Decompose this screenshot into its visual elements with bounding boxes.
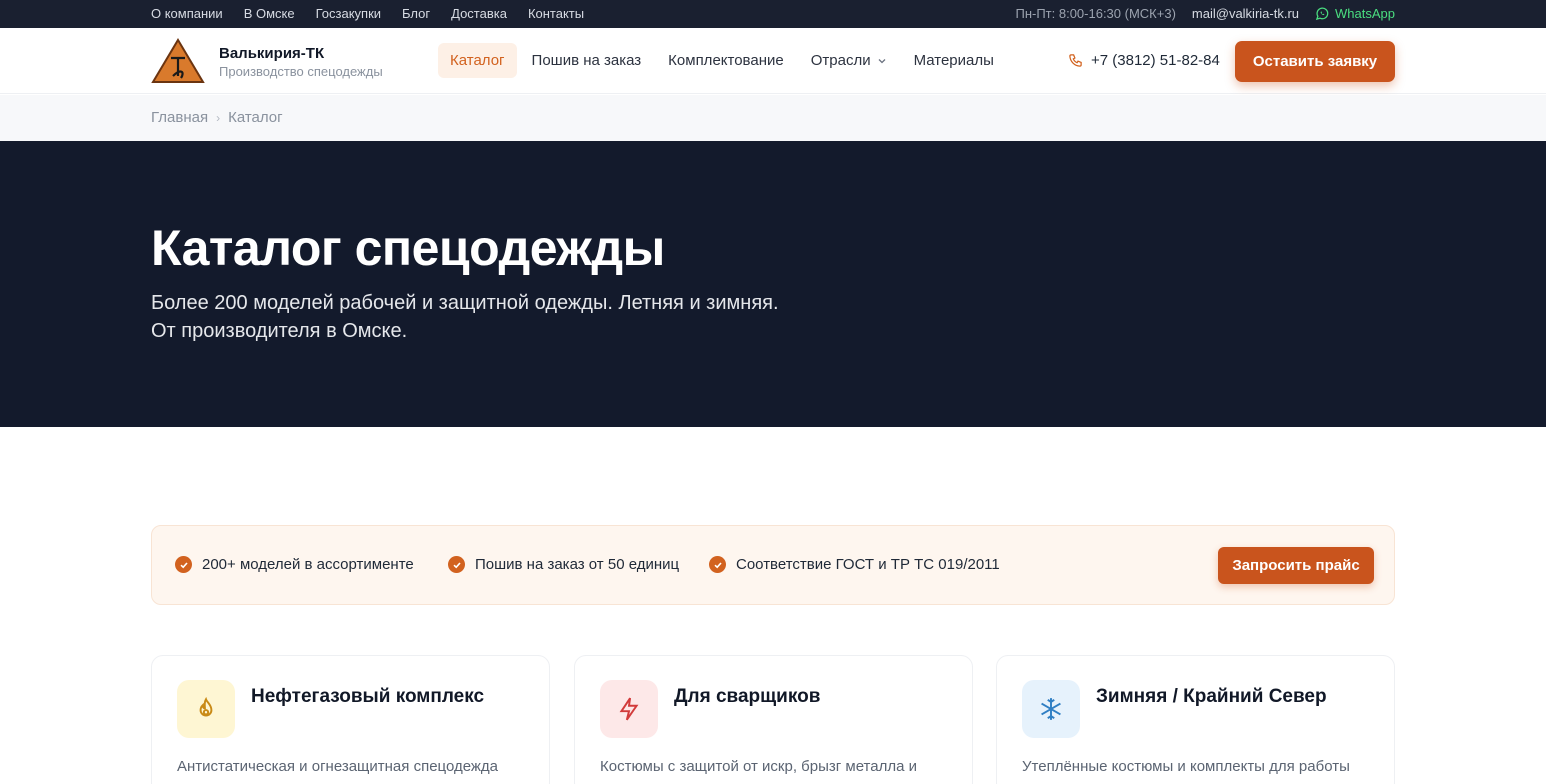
- category-card-welders[interactable]: Для сварщиков Костюмы с защитой от искр,…: [574, 655, 973, 784]
- breadcrumb-current: Каталог: [228, 109, 283, 126]
- feature-item: Соответствие ГОСТ и ТР ТС 019/2011: [709, 556, 1000, 573]
- phone-number: +7 (3812) 51-82-84: [1091, 52, 1220, 69]
- nav-custom-tailoring[interactable]: Пошив на заказ: [520, 43, 654, 78]
- hero-subtitle-line1: Более 200 моделей рабочей и защитной оде…: [151, 292, 779, 314]
- chevron-down-icon: [878, 58, 886, 63]
- whatsapp-icon: [1315, 7, 1329, 21]
- brand-tagline: Производство спецодежды: [219, 64, 383, 79]
- page-title: Каталог спецодежды: [151, 220, 665, 276]
- card-icon-box: [600, 680, 658, 738]
- card-title: Для сварщиков: [674, 686, 821, 707]
- card-icon-box: [1022, 680, 1080, 738]
- top-bar: О компании В Омске Госзакупки Блог Доста…: [0, 0, 1546, 28]
- main-header: Валькирия-ТК Производство спецодежды Кат…: [0, 28, 1546, 94]
- features-strip: 200+ моделей в ассортименте Пошив на зак…: [151, 525, 1395, 605]
- brand-name: Валькирия-ТК: [219, 45, 325, 62]
- card-title: Зимняя / Крайний Север: [1096, 686, 1327, 707]
- nav-outfitting[interactable]: Комплектование: [656, 43, 796, 78]
- brand[interactable]: Валькирия-ТК Производство спецодежды: [219, 45, 383, 79]
- nav-industries[interactable]: Отрасли: [799, 43, 899, 78]
- lightning-icon: [619, 697, 639, 721]
- leave-request-button[interactable]: Оставить заявку: [1235, 41, 1395, 82]
- whatsapp-link[interactable]: WhatsApp: [1315, 6, 1395, 21]
- card-description: Антистатическая и огнезащитная спецодежд…: [177, 758, 499, 775]
- category-card-oil-gas[interactable]: Нефтегазовый комплекс Антистатическая и …: [151, 655, 550, 784]
- flame-icon: [199, 696, 213, 717]
- check-icon: [448, 556, 465, 573]
- card-description: Утеплённые костюмы и комплекты для работ…: [1022, 758, 1350, 775]
- nav-catalog[interactable]: Каталог: [438, 43, 517, 78]
- feature-label: Пошив на заказ от 50 единиц: [475, 556, 680, 573]
- hero-subtitle: Более 200 моделей рабочей и защитной оде…: [151, 289, 911, 345]
- logo-icon[interactable]: [151, 38, 205, 84]
- check-icon: [175, 556, 192, 573]
- breadcrumb-home[interactable]: Главная: [151, 109, 208, 126]
- feature-item: 200+ моделей в ассортименте: [175, 556, 414, 573]
- breadcrumb: Главная › Каталог: [0, 95, 1546, 141]
- email-link[interactable]: mail@valkiria-tk.ru: [1192, 6, 1299, 21]
- top-link-omsk[interactable]: В Омске: [244, 6, 295, 21]
- top-link-blog[interactable]: Блог: [402, 6, 430, 21]
- hero-section: Каталог спецодежды Более 200 моделей раб…: [0, 141, 1546, 427]
- category-card-winter[interactable]: Зимняя / Крайний Север Утеплённые костюм…: [996, 655, 1395, 784]
- top-link-about[interactable]: О компании: [151, 6, 223, 21]
- nav-materials[interactable]: Материалы: [902, 43, 1006, 78]
- card-title: Нефтегазовый комплекс: [251, 686, 485, 707]
- whatsapp-label: WhatsApp: [1335, 6, 1395, 21]
- phone-icon: [1069, 54, 1082, 67]
- hero-subtitle-line2: От производителя в Омске.: [151, 320, 408, 342]
- breadcrumb-separator-icon: ›: [216, 110, 221, 125]
- feature-label: Соответствие ГОСТ и ТР ТС 019/2011: [736, 556, 1000, 573]
- top-link-delivery[interactable]: Доставка: [451, 6, 507, 21]
- top-link-procurement[interactable]: Госзакупки: [316, 6, 381, 21]
- feature-label: 200+ моделей в ассортименте: [202, 556, 414, 573]
- top-links: О компании В Омске Госзакупки Блог Доста…: [151, 6, 584, 21]
- top-contacts: Пн-Пт: 8:00-16:30 (МСК+3) mail@valkiria-…: [1015, 6, 1395, 21]
- request-price-button[interactable]: Запросить прайс: [1218, 547, 1374, 584]
- top-link-contacts[interactable]: Контакты: [528, 6, 584, 21]
- working-hours: Пн-Пт: 8:00-16:30 (МСК+3): [1015, 6, 1176, 21]
- nav-industries-label: Отрасли: [810, 52, 871, 69]
- main-nav: Каталог Пошив на заказ Комплектование От…: [438, 43, 1009, 78]
- card-description: Костюмы с защитой от искр, брызг металла…: [600, 758, 917, 775]
- check-icon: [709, 556, 726, 573]
- snowflake-icon: [1041, 698, 1061, 720]
- card-icon-box: [177, 680, 235, 738]
- feature-item: Пошив на заказ от 50 единиц: [448, 556, 679, 573]
- phone-link[interactable]: +7 (3812) 51-82-84: [1068, 52, 1220, 69]
